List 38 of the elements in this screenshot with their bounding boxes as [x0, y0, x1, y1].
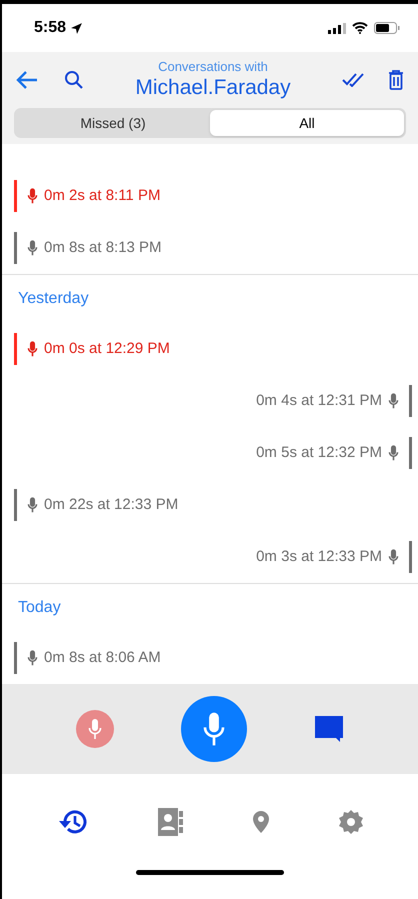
call-entry[interactable]: 0m 22s at 12:33 PM: [14, 489, 178, 521]
microphone-icon: [388, 549, 399, 565]
microphone-icon: [27, 240, 38, 256]
message-icon[interactable]: [314, 715, 344, 743]
header-title: Michael.Faraday: [135, 75, 291, 101]
status-time: 5:58: [34, 18, 66, 38]
microphone-icon: [200, 711, 227, 747]
microphone-icon: [27, 497, 38, 513]
header-subtitle: Conversations with: [158, 58, 268, 75]
segment-tab[interactable]: Missed (3): [16, 110, 210, 136]
day-header: Yesterday: [18, 289, 89, 309]
microphone-icon: [27, 341, 38, 357]
contact-card-icon[interactable]: [158, 807, 184, 837]
location-arrow-icon: [70, 22, 84, 34]
map-pin-icon[interactable]: [252, 811, 268, 833]
call-entry[interactable]: 0m 0s at 12:29 PM: [14, 333, 170, 365]
call-entry[interactable]: 0m 2s at 8:11 PM: [14, 180, 160, 212]
record-button[interactable]: [76, 710, 114, 748]
signal-icon: [328, 22, 346, 34]
call-entry[interactable]: 0m 8s at 8:13 PM: [14, 232, 162, 264]
settings-icon[interactable]: [338, 809, 364, 835]
call-entry[interactable]: 0m 4s at 12:31 PM: [256, 385, 412, 417]
microphone-icon: [388, 445, 399, 461]
segment-tab[interactable]: All: [210, 110, 404, 136]
microphone-icon: [88, 718, 102, 740]
trash-icon[interactable]: [388, 70, 404, 90]
microphone-icon: [27, 650, 38, 666]
call-entry[interactable]: 0m 3s at 12:33 PM: [256, 541, 412, 573]
call-entry[interactable]: 0m 5s at 12:32 PM: [256, 437, 412, 469]
search-icon[interactable]: [64, 70, 84, 90]
battery-icon: [374, 22, 400, 34]
wifi-icon: [352, 22, 368, 34]
day-header: Today: [18, 598, 61, 618]
double-check-icon[interactable]: [342, 73, 366, 87]
back-arrow-icon[interactable]: [16, 70, 38, 90]
microphone-icon: [27, 188, 38, 204]
call-entry[interactable]: 0m 8s at 8:06 AM: [14, 642, 161, 674]
microphone-icon: [388, 393, 399, 409]
